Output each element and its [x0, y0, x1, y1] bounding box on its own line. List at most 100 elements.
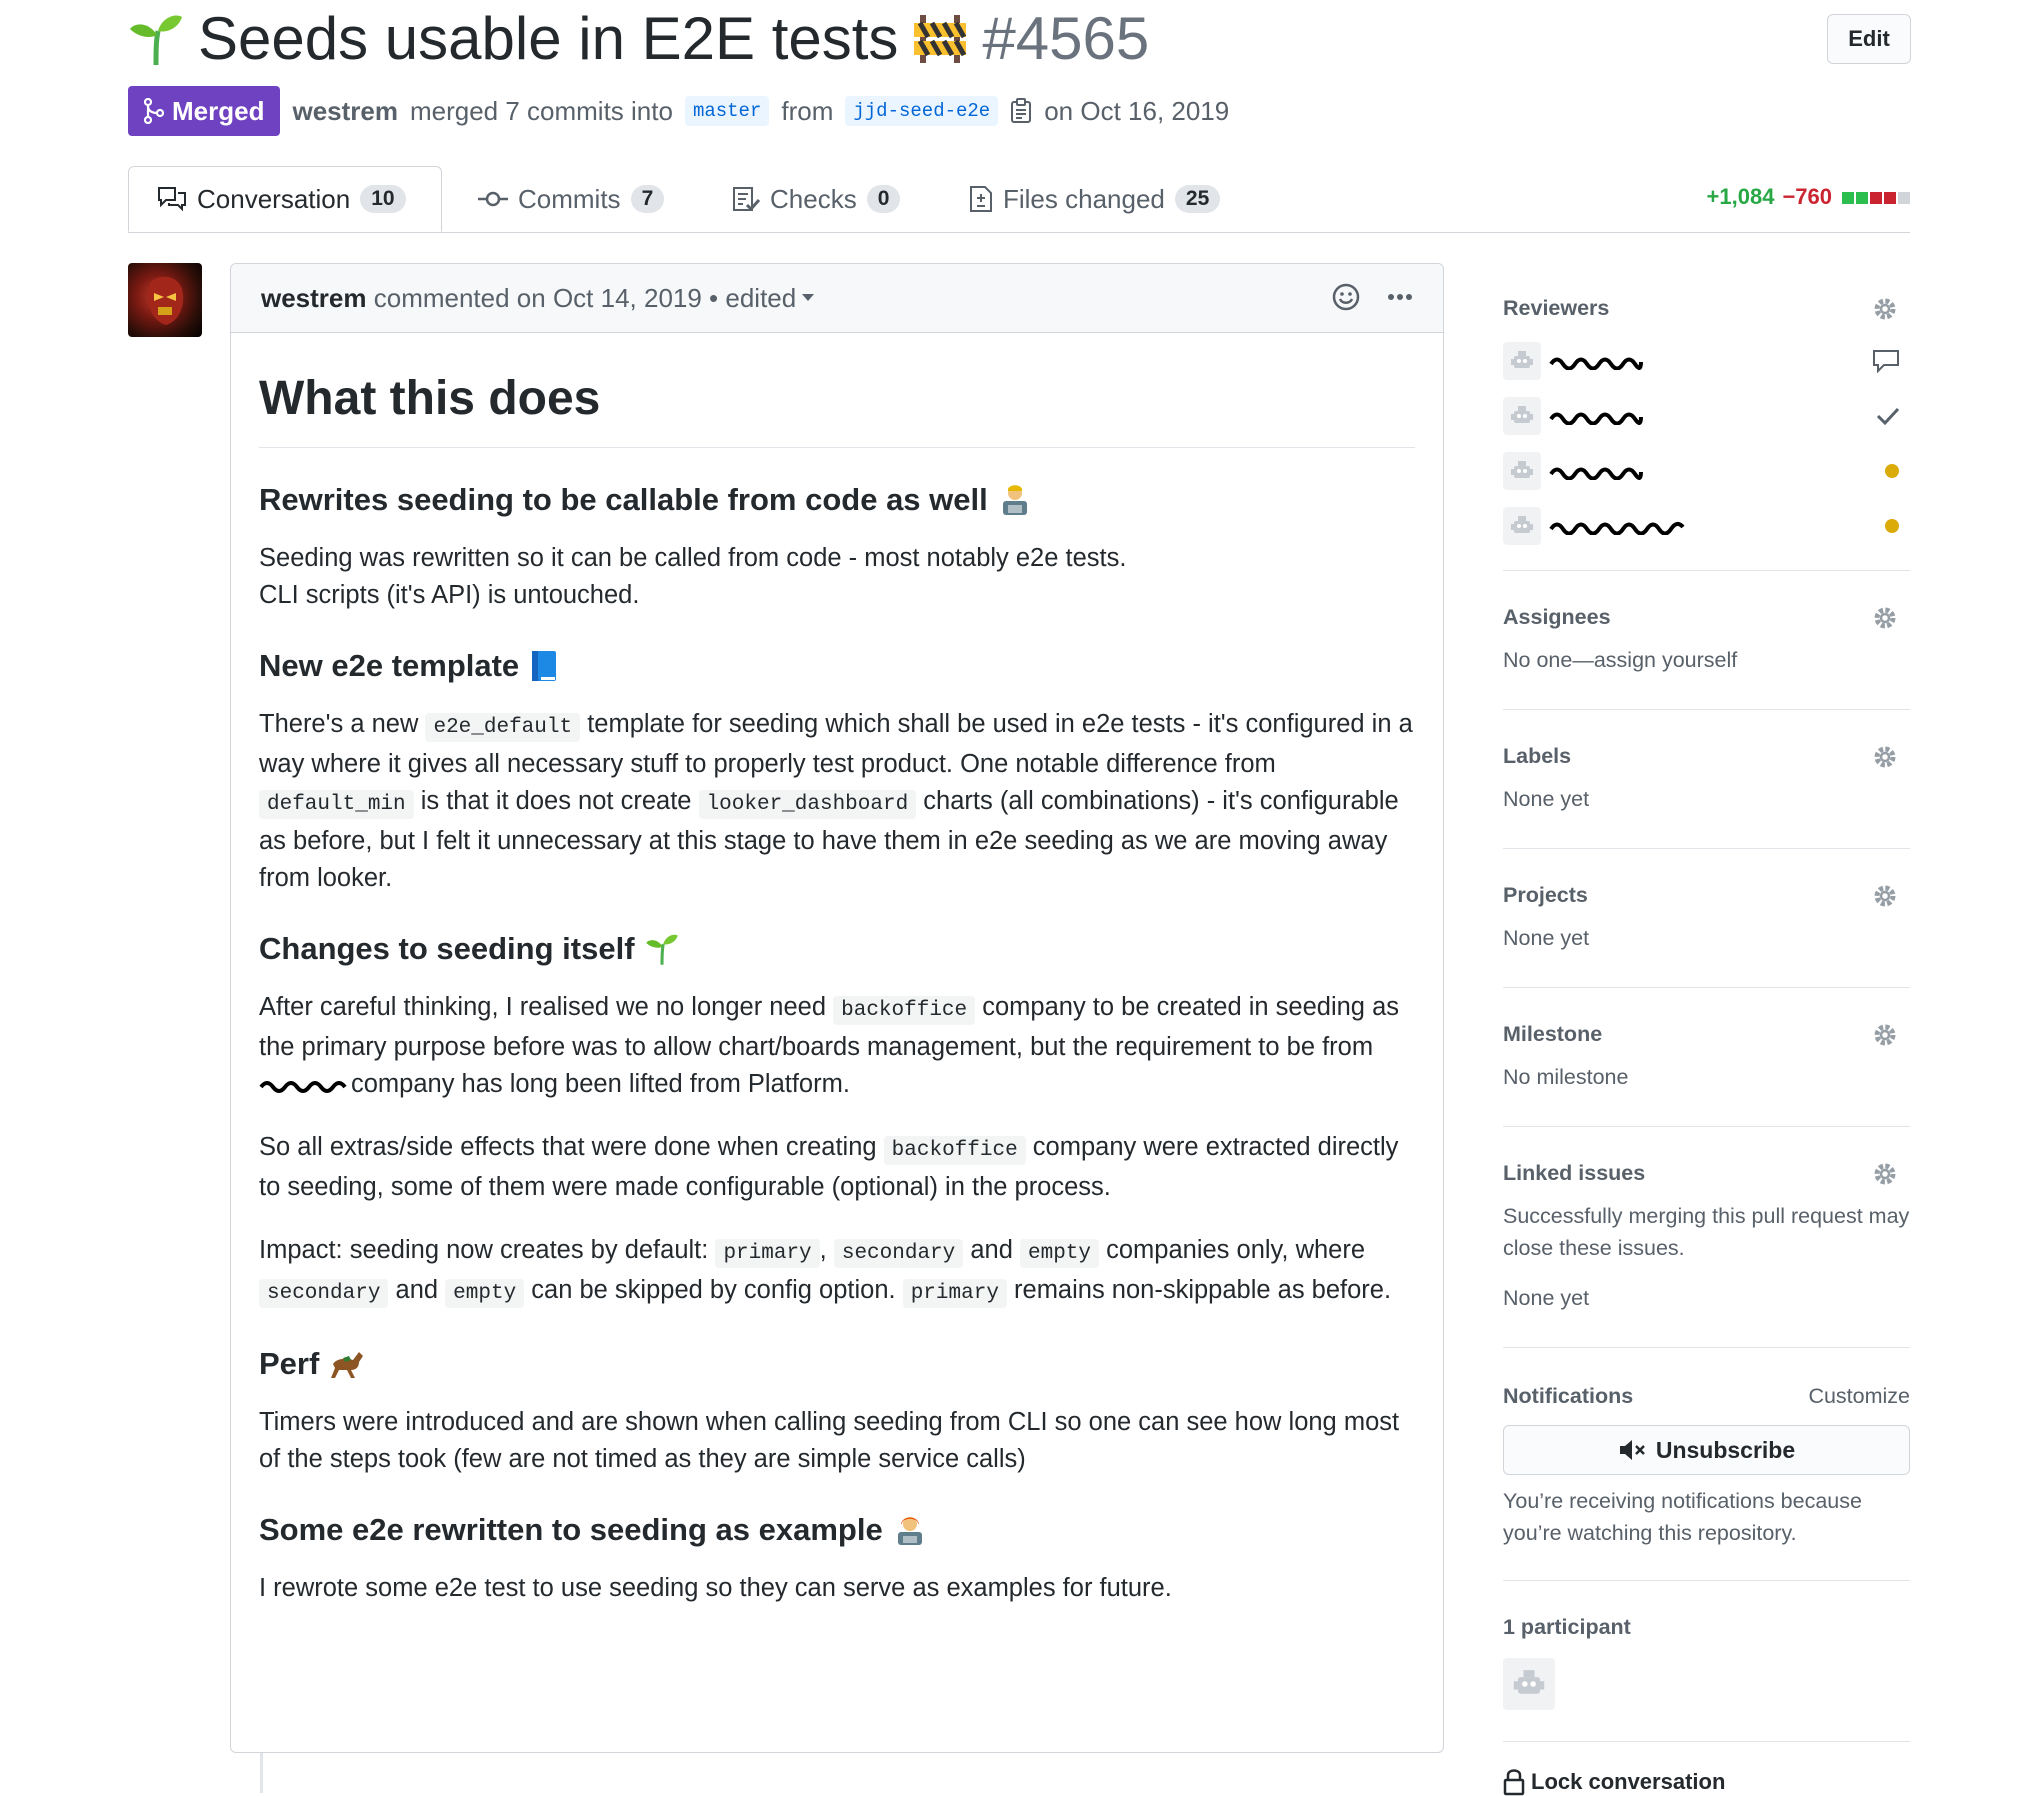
linked-issues-title[interactable]: Linked issues [1503, 1127, 1910, 1186]
merged-status-badge: Merged [128, 86, 281, 136]
heading-what-this-does: What this does [259, 369, 1415, 448]
sidebar-reviewers: Reviewers [1503, 270, 1910, 571]
add-reaction-icon[interactable] [1331, 282, 1361, 312]
paragraph-text: companies only, where [1106, 1236, 1366, 1264]
lock-conversation-link[interactable]: Lock conversation [1503, 1742, 1910, 1796]
participant-avatar[interactable] [1503, 1658, 1555, 1710]
paragraph-text: and [395, 1276, 439, 1304]
pr-title-row: Seeds usable in E2E tests #4565 [128, 4, 1149, 73]
pr-description-comment: westrem commented on Oct 14, 2019 • edit… [230, 263, 1444, 1753]
inline-code: looker_dashboard [698, 790, 917, 819]
file-diff-icon [970, 186, 992, 212]
merge-author-link[interactable]: westrem [292, 96, 398, 127]
reviewer-row[interactable] [1503, 388, 1910, 443]
blue-book-emoji-icon [532, 651, 557, 681]
assignees-title[interactable]: Assignees [1503, 571, 1910, 630]
paragraph-rewrites: Seeding was rewritten so it can be calle… [259, 540, 1415, 614]
labels-title[interactable]: Labels [1503, 710, 1910, 769]
tab-label: Files changed [1003, 183, 1165, 214]
heading-rewrites-seeding: Rewrites seeding to be callable from cod… [259, 478, 1415, 522]
kebab-horizontal-icon[interactable] [1387, 293, 1413, 301]
comment-author-link[interactable]: westrem [261, 283, 367, 314]
robot-avatar-icon [1503, 451, 1541, 490]
heading-text: Changes to seeding itself [259, 931, 635, 966]
author-avatar[interactable] [128, 263, 202, 337]
comment-header: westrem commented on Oct 14, 2019 • edit… [231, 264, 1443, 333]
tab-checks[interactable]: Checks 0 [732, 166, 901, 232]
unsubscribe-button[interactable]: Unsubscribe [1503, 1425, 1910, 1475]
milestone-value: No milestone [1503, 1065, 1629, 1089]
edited-dropdown[interactable]: edited [725, 282, 815, 314]
sidebar-projects: Projects None yet [1503, 849, 1910, 988]
notifications-desc: You’re receiving notifications because y… [1503, 1489, 1862, 1545]
unsubscribe-label: Unsubscribe [1655, 1436, 1796, 1463]
racehorse-emoji-icon [331, 1352, 364, 1378]
timeline-line [260, 1753, 263, 1793]
gear-icon[interactable] [1872, 883, 1898, 909]
milestone-title[interactable]: Milestone [1503, 988, 1910, 1047]
customize-link[interactable]: Customize [1808, 1384, 1910, 1409]
paragraph-impact: Impact: seeding now creates by default: … [259, 1232, 1415, 1312]
seedling-emoji-icon [130, 15, 182, 65]
paragraph-side-effects: So all extras/side effects that were don… [259, 1129, 1415, 1206]
edited-label: edited [725, 282, 797, 313]
robot-avatar-icon [1503, 396, 1541, 435]
gear-icon[interactable] [1872, 1161, 1898, 1187]
gear-icon[interactable] [1872, 1022, 1898, 1048]
pr-title: Seeds usable in E2E tests [198, 5, 899, 72]
paragraph-backoffice: After careful thinking, I realised we no… [259, 989, 1415, 1103]
base-branch[interactable]: master [684, 96, 770, 126]
inline-code: default_min [259, 790, 414, 819]
heading-new-e2e-template: New e2e template [259, 644, 1415, 688]
checklist-icon [733, 187, 760, 212]
projects-title[interactable]: Projects [1503, 849, 1910, 908]
pr-number: #4565 [982, 5, 1150, 72]
projects-value: None yet [1503, 926, 1590, 950]
git-merge-icon [144, 98, 164, 124]
heading-e2e-examples: Some e2e rewritten to seeding as example [259, 1508, 1415, 1552]
avatar-image [147, 276, 184, 325]
tab-label: Checks [770, 183, 857, 214]
head-branch[interactable]: jjd-seed-e2e [845, 96, 999, 126]
from-text: from [781, 95, 834, 126]
triangle-down-icon [802, 294, 815, 301]
diffstat[interactable]: +1,084 −760 [1707, 184, 1910, 210]
reviewer-row[interactable] [1503, 333, 1910, 388]
sidebar-linked-issues: Linked issues Successfully merging this … [1503, 1127, 1910, 1348]
heading-text: Some e2e rewritten to seeding as example [259, 1512, 883, 1547]
heading-text: New e2e template [259, 648, 520, 683]
seedling-emoji-icon [645, 934, 678, 965]
technologist-emoji-icon [1002, 485, 1027, 515]
reviewer-row[interactable] [1503, 443, 1910, 498]
tab-commits[interactable]: Commits 7 [478, 166, 665, 232]
paragraph-e2e-template: There's a new e2e_default template for s… [259, 706, 1415, 897]
tab-label: Commits [518, 183, 621, 214]
merged-status-label: Merged [172, 95, 265, 126]
edit-button[interactable]: Edit [1827, 14, 1911, 64]
tab-conversation[interactable]: Conversation 10 [128, 166, 442, 232]
assignees-value[interactable]: No one—assign yourself [1503, 644, 1910, 676]
gear-icon[interactable] [1872, 744, 1898, 770]
paragraph-text: and [970, 1236, 1013, 1264]
clipboard-copy-icon[interactable] [1010, 98, 1032, 124]
redacted-squiggle [259, 1081, 347, 1094]
comment-discussion-icon [158, 187, 186, 212]
woman-technologist-emoji-icon [897, 1517, 922, 1545]
paragraph-text: , [819, 1236, 827, 1264]
reviewers-title[interactable]: Reviewers [1503, 270, 1910, 321]
paragraph-text: CLI scripts (it's API) is untouched. [259, 581, 640, 609]
gear-icon[interactable] [1872, 605, 1898, 631]
tab-files-changed[interactable]: Files changed 25 [969, 166, 1221, 232]
sidebar-labels: Labels None yet [1503, 710, 1910, 849]
paragraph-text: After careful thinking, I realised we no… [259, 993, 827, 1021]
reviewer-row[interactable] [1503, 498, 1910, 553]
inline-code: backoffice [883, 1136, 1026, 1165]
redacted-reviewer-name [1549, 357, 1643, 370]
gear-icon[interactable] [1872, 296, 1898, 322]
tab-counter: 7 [630, 185, 665, 213]
sidebar-assignees: Assignees No one—assign yourself [1503, 571, 1910, 710]
pr-tabs: Conversation 10 Commits 7 Checks 0 Files… [128, 166, 1910, 233]
linked-issues-value: None yet [1503, 1286, 1590, 1310]
paragraph-examples: I rewrote some e2e test to use seeding s… [259, 1574, 1172, 1602]
paragraph-text: There's a new [259, 710, 419, 738]
